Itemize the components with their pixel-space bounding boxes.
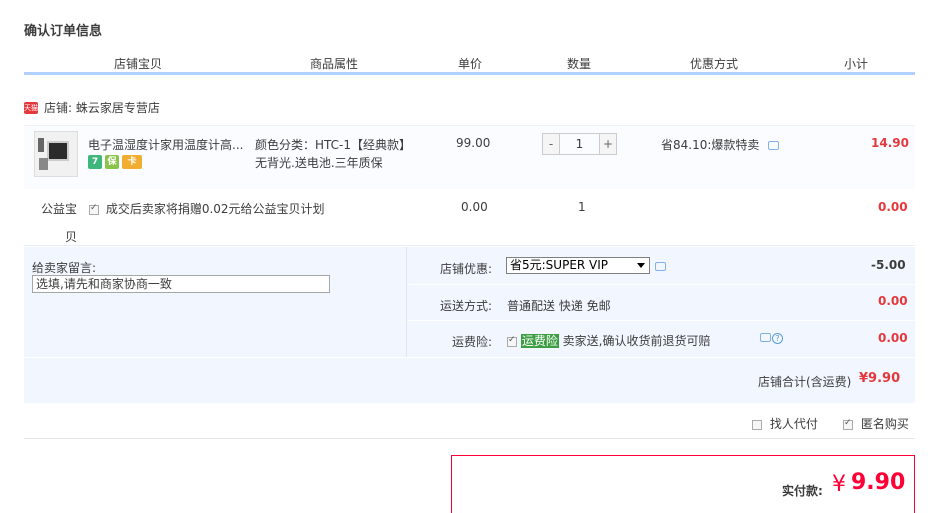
shop-discount-amount: -5.00	[871, 258, 906, 272]
shipping-label: 运送方式:	[440, 299, 493, 313]
header-price: 单价	[458, 57, 483, 71]
insurance-text: 卖家送,确认收货前退货可赔	[562, 334, 711, 348]
table-header: 店铺宝贝 商品属性 单价 数量 优惠方式 小计	[24, 50, 915, 75]
charity-label-cont: 贝	[65, 230, 78, 244]
anonymous-label: 匿名购买	[860, 417, 909, 431]
shipping-method: 普通配送 快递 免邮	[507, 299, 611, 313]
product-attr-spec: 无背光.送电池.三年质保	[255, 156, 383, 170]
charity-info: 成交后卖家将捐赠0.02元给公益宝贝计划	[89, 200, 325, 217]
pay-label: 实付款:	[782, 484, 823, 498]
insurance-amount: 0.00	[878, 331, 908, 345]
charity-price: 0.00	[461, 200, 488, 214]
insurance-info: 运费险 卖家送,确认收货前退货可赔	[507, 332, 711, 349]
guarantee-icon[interactable]: 保	[105, 155, 119, 169]
shop-total-amount: ¥9.90	[859, 371, 901, 386]
shipping-amount: 0.00	[878, 294, 908, 308]
discount-info: 省84.10:爆款特卖	[661, 136, 780, 153]
header-discount: 优惠方式	[690, 57, 739, 71]
coupon-message-icon[interactable]	[655, 262, 666, 271]
unit-price: 99.00	[456, 136, 491, 150]
insurance-checkbox[interactable]	[507, 335, 517, 347]
currency-symbol: ¥	[832, 472, 846, 497]
qty-input[interactable]: 1	[560, 133, 599, 155]
anonymous-option[interactable]: 匿名购买	[843, 415, 909, 432]
coupon-select[interactable]: 省5元:SUPER VIP	[506, 257, 650, 274]
qty-plus-button[interactable]: +	[599, 133, 617, 155]
help-icon[interactable]: ?	[772, 333, 783, 344]
product-name[interactable]: 电子温湿度计家用温度计高...	[88, 136, 243, 153]
header-qty: 数量	[567, 57, 592, 71]
charity-qty: 1	[578, 200, 586, 214]
dropdown-arrow-icon	[637, 263, 645, 268]
message-icon[interactable]	[768, 141, 780, 150]
product-thumbnail[interactable]	[34, 131, 78, 177]
charity-text: 成交后卖家将捐赠0.02元给公益宝贝计划	[105, 202, 325, 216]
insurance-highlight: 运费险	[520, 334, 559, 348]
quantity-stepper: - 1 +	[542, 133, 617, 155]
header-attr: 商品属性	[310, 57, 359, 71]
charity-label: 公益宝	[41, 202, 78, 216]
shop-total-label: 店铺合计(含运费)	[758, 375, 852, 389]
page-title: 确认订单信息	[24, 24, 103, 39]
pay-amount: 9.90	[851, 470, 906, 495]
seller-note-input[interactable]: 选填,请先和商家协商一致	[32, 275, 330, 293]
tmall-icon: 天猫	[24, 101, 38, 114]
product-attr-color: 颜色分类：HTC-1【经典款】	[255, 138, 411, 152]
note-label: 给卖家留言:	[32, 261, 97, 275]
charity-checkbox[interactable]	[89, 203, 99, 215]
service-icons: 7 保 卡	[88, 155, 142, 169]
insurance-label: 运费险:	[452, 335, 493, 349]
coupon-selected: 省5元:SUPER VIP	[510, 258, 609, 272]
shop-discount-label: 店铺优惠:	[440, 262, 493, 276]
proxy-pay-checkbox[interactable]	[752, 419, 762, 430]
seven-day-return-icon[interactable]: 7	[88, 155, 102, 169]
item-row	[24, 125, 915, 189]
seller-name[interactable]: 店铺: 蛛云家居专营店	[44, 99, 160, 116]
header-item: 店铺宝贝	[114, 57, 163, 71]
discount-text: 省84.10:爆款特卖	[661, 138, 760, 152]
anonymous-checkbox[interactable]	[843, 418, 853, 430]
charity-row	[24, 189, 915, 246]
insurance-message-icon[interactable]	[760, 333, 771, 342]
header-subtotal: 小计	[844, 57, 869, 71]
insurance-icons: ?	[760, 333, 783, 344]
credit-card-icon[interactable]: 卡	[122, 155, 142, 169]
charity-subtotal: 0.00	[878, 200, 908, 214]
item-subtotal: 14.90	[871, 136, 909, 150]
proxy-pay-label: 找人代付	[769, 417, 818, 431]
proxy-pay-option[interactable]: 找人代付	[752, 415, 818, 432]
seller-info: 天猫 店铺: 蛛云家居专营店	[24, 99, 160, 116]
qty-minus-button[interactable]: -	[542, 133, 560, 155]
